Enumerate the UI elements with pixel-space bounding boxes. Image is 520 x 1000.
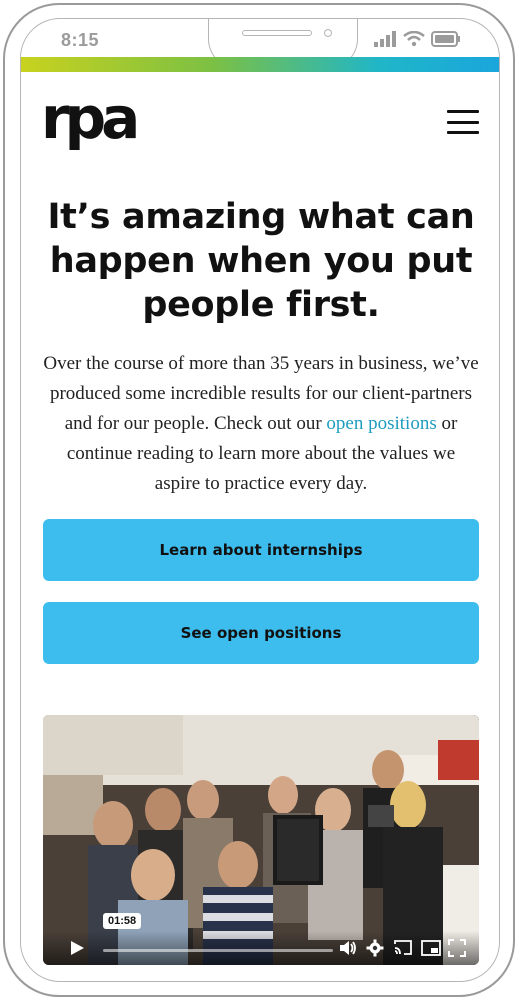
intro-paragraph: Over the course of more than 35 years in… <box>43 349 479 499</box>
picture-in-picture-icon[interactable] <box>421 939 441 957</box>
volume-icon[interactable] <box>339 939 357 957</box>
status-icons <box>373 31 461 47</box>
battery-icon <box>431 31 460 47</box>
open-positions-link[interactable]: open positions <box>326 413 436 434</box>
phone-screen: 8:15 rpa It’s amazing what can happen wh… <box>20 18 500 982</box>
play-icon[interactable] <box>69 940 85 956</box>
hamburger-icon[interactable] <box>447 110 479 134</box>
wifi-icon <box>403 31 425 47</box>
video-controls <box>43 931 479 965</box>
video-player[interactable]: 01:58 <box>43 715 479 965</box>
learn-internships-button[interactable]: Learn about internships <box>43 519 479 581</box>
video-progress-bar[interactable] <box>103 949 333 952</box>
rpa-logo[interactable]: rpa <box>41 89 140 147</box>
speaker-icon <box>242 30 312 36</box>
gradient-accent-bar <box>21 57 499 72</box>
status-time: 8:15 <box>61 30 100 50</box>
see-open-positions-button[interactable]: See open positions <box>43 602 479 664</box>
cast-icon[interactable] <box>393 939 413 957</box>
camera-icon <box>324 29 332 37</box>
site-header: rpa <box>21 72 499 162</box>
fullscreen-icon[interactable] <box>448 939 466 957</box>
signal-icon <box>374 31 396 47</box>
video-time-badge: 01:58 <box>103 913 142 929</box>
gear-icon[interactable] <box>366 939 384 957</box>
page-headline: It’s amazing what can happen when you pu… <box>47 197 475 325</box>
